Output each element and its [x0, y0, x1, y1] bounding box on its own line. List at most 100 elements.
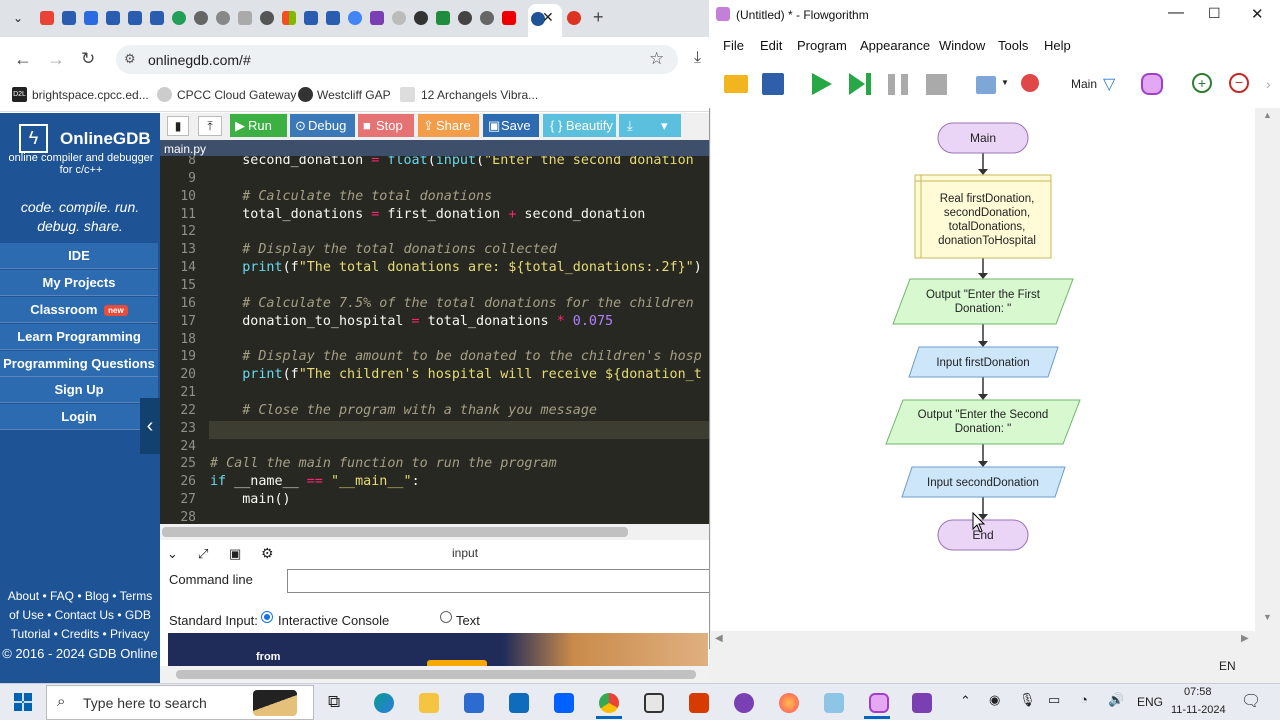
tab-d2l-icon[interactable] — [304, 11, 318, 25]
toolbar-more-icon[interactable]: › — [1266, 76, 1271, 92]
tab-m-icon[interactable] — [414, 11, 428, 25]
function-dropdown-icon[interactable]: ▽ — [1103, 74, 1115, 94]
tab-windows-icon[interactable] — [282, 11, 296, 25]
file-tab-main[interactable]: main.py — [164, 142, 206, 156]
tab-sheets-icon[interactable] — [436, 11, 450, 25]
gdb-brand[interactable]: OnlineGDB — [60, 129, 151, 149]
file-explorer-icon[interactable] — [419, 693, 439, 713]
sidebar-item-my-projects[interactable]: My Projects — [0, 270, 158, 296]
network-icon[interactable]: ◔ — [1080, 692, 1088, 707]
download-icon[interactable]: ⤓ — [694, 49, 701, 67]
window-icon[interactable]: ▣ — [229, 546, 241, 562]
footer-privacy[interactable]: Privacy — [110, 627, 149, 641]
footer-about[interactable]: About — [8, 589, 39, 603]
back-arrow-icon[interactable]: ← — [14, 49, 32, 70]
text-radio-label[interactable]: Text — [456, 613, 480, 628]
pause-icon[interactable] — [888, 74, 908, 95]
stop-button[interactable]: ■ Stop — [358, 114, 414, 137]
code-line[interactable]: print(f"The children's hospital will rec… — [210, 367, 702, 382]
dropbox-icon[interactable] — [554, 693, 574, 713]
scroll-right-icon[interactable]: ▶ — [1241, 633, 1249, 644]
tray-app-icon[interactable]: ◉ — [989, 692, 1000, 708]
code-line[interactable]: # Close the program with a thank you mes… — [210, 403, 597, 418]
flowgorithm-taskbar-icon[interactable] — [869, 693, 889, 713]
tab-record-icon[interactable] — [567, 11, 581, 25]
tab-globe-icon[interactable] — [260, 11, 274, 25]
menu-program[interactable]: Program — [797, 38, 847, 53]
code-line[interactable]: # Calculate 7.5% of the total donations … — [210, 296, 693, 311]
clock-date[interactable]: 11-11-2024 — [1171, 704, 1226, 716]
stop-square-icon[interactable] — [926, 74, 947, 95]
menu-edit[interactable]: Edit — [760, 38, 782, 53]
save-button[interactable]: ▣ Save — [483, 114, 539, 137]
tab-globe-icon[interactable] — [194, 11, 208, 25]
run-button[interactable]: ▶ Run — [230, 114, 287, 137]
bookmark-star-icon[interactable]: ☆ — [649, 49, 664, 69]
tab-gmail-icon[interactable] — [40, 11, 54, 25]
expand-icon[interactable]: ⤢ — [198, 546, 208, 562]
task-view-icon[interactable]: ⧉ — [328, 692, 340, 712]
scroll-left-icon[interactable]: ◀ — [715, 633, 723, 644]
tab-green-icon[interactable] — [172, 11, 186, 25]
footer-credits[interactable]: Credits — [61, 627, 99, 641]
download-button[interactable]: ⤓ ▾ — [619, 114, 681, 137]
page-scrollbar-thumb[interactable] — [176, 670, 696, 679]
breakpoint-icon[interactable] — [1021, 74, 1039, 92]
interactive-console-label[interactable]: Interactive Console — [278, 613, 389, 628]
volume-icon[interactable]: 🔊 — [1108, 692, 1124, 708]
bookmark-cloud-gateway[interactable]: CPCC Cloud Gateway — [177, 88, 296, 102]
bookmark-archangels[interactable]: 12 Archangels Vibra... — [421, 88, 538, 102]
tab-info-icon[interactable] — [458, 11, 472, 25]
tab-grid-icon[interactable] — [238, 11, 252, 25]
sidebar-item-login[interactable]: Login — [0, 404, 158, 430]
console-dropdown-icon[interactable]: ▼ — [1001, 78, 1009, 87]
chrome-icon[interactable] — [599, 693, 619, 713]
code-line[interactable]: total_donations = first_donation + secon… — [210, 207, 645, 222]
sidebar-item-sign-up[interactable]: Sign Up — [0, 377, 158, 403]
tab-youtube-icon[interactable] — [502, 11, 516, 25]
menu-help[interactable]: Help — [1044, 38, 1071, 53]
circle-app-icon[interactable] — [734, 693, 754, 713]
code-line[interactable]: # Calculate the total donations — [210, 189, 492, 204]
command-line-input[interactable] — [287, 569, 712, 593]
footer-faq[interactable]: FAQ — [50, 589, 74, 603]
menu-tools[interactable]: Tools — [998, 38, 1028, 53]
menu-appearance[interactable]: Appearance — [860, 38, 930, 53]
code-line[interactable]: main() — [210, 492, 290, 507]
purple-app-icon[interactable] — [912, 693, 932, 713]
zoom-out-icon[interactable]: − — [1229, 73, 1249, 93]
footer-blog[interactable]: Blog — [85, 589, 109, 603]
forward-arrow-icon[interactable]: → — [47, 49, 65, 70]
office-icon[interactable] — [689, 693, 709, 713]
sidebar-item-ide[interactable]: IDE — [0, 243, 158, 269]
sidebar-item-learn-programming[interactable]: Learn Programming — [0, 324, 158, 350]
canvas-horizontal-scrollbar[interactable]: ◀ ▶ — [711, 631, 1257, 649]
output-block-1[interactable] — [892, 278, 1074, 325]
tab-atom-icon[interactable] — [392, 11, 406, 25]
code-line[interactable]: second_donation = float(input("Enter the… — [210, 156, 694, 168]
tab-purple-icon[interactable] — [370, 11, 384, 25]
code-line[interactable]: print(f"The total donations are: ${total… — [210, 260, 702, 275]
debug-button[interactable]: ⊙ Debug — [290, 114, 355, 137]
tab-d2l-icon[interactable] — [106, 11, 120, 25]
sidebar-item-programming-questions[interactable]: Programming Questions — [0, 351, 158, 377]
flowchart-canvas[interactable]: Main Real firstDonation, secondDonation,… — [711, 108, 1255, 631]
step-icon[interactable] — [849, 73, 865, 95]
footer-contact[interactable]: Contact Us — [55, 608, 114, 622]
beautify-button[interactable]: { } Beautify — [543, 114, 616, 137]
tab-close-icon[interactable]: ✕ — [542, 9, 554, 26]
collapse-chevron-icon[interactable]: ⌄ — [167, 546, 178, 562]
app-window-icon[interactable] — [644, 693, 664, 713]
bookmark-brightspace[interactable]: brightspace.cpcc.ed... — [32, 88, 149, 102]
scrollbar-thumb[interactable] — [162, 527, 628, 537]
reload-icon[interactable]: ↻ — [81, 49, 95, 69]
editor-horizontal-scrollbar[interactable] — [160, 524, 710, 540]
save-disk-icon[interactable] — [762, 73, 784, 95]
outlook-icon[interactable] — [509, 693, 529, 713]
settings-gear-icon[interactable]: ⚙ — [261, 545, 274, 562]
tray-chevron-icon[interactable]: ⌃ — [960, 693, 971, 709]
tab-google-icon[interactable] — [348, 11, 362, 25]
store-icon[interactable] — [464, 693, 484, 713]
text-radio[interactable] — [440, 611, 452, 623]
tab-d2l-icon[interactable] — [150, 11, 164, 25]
